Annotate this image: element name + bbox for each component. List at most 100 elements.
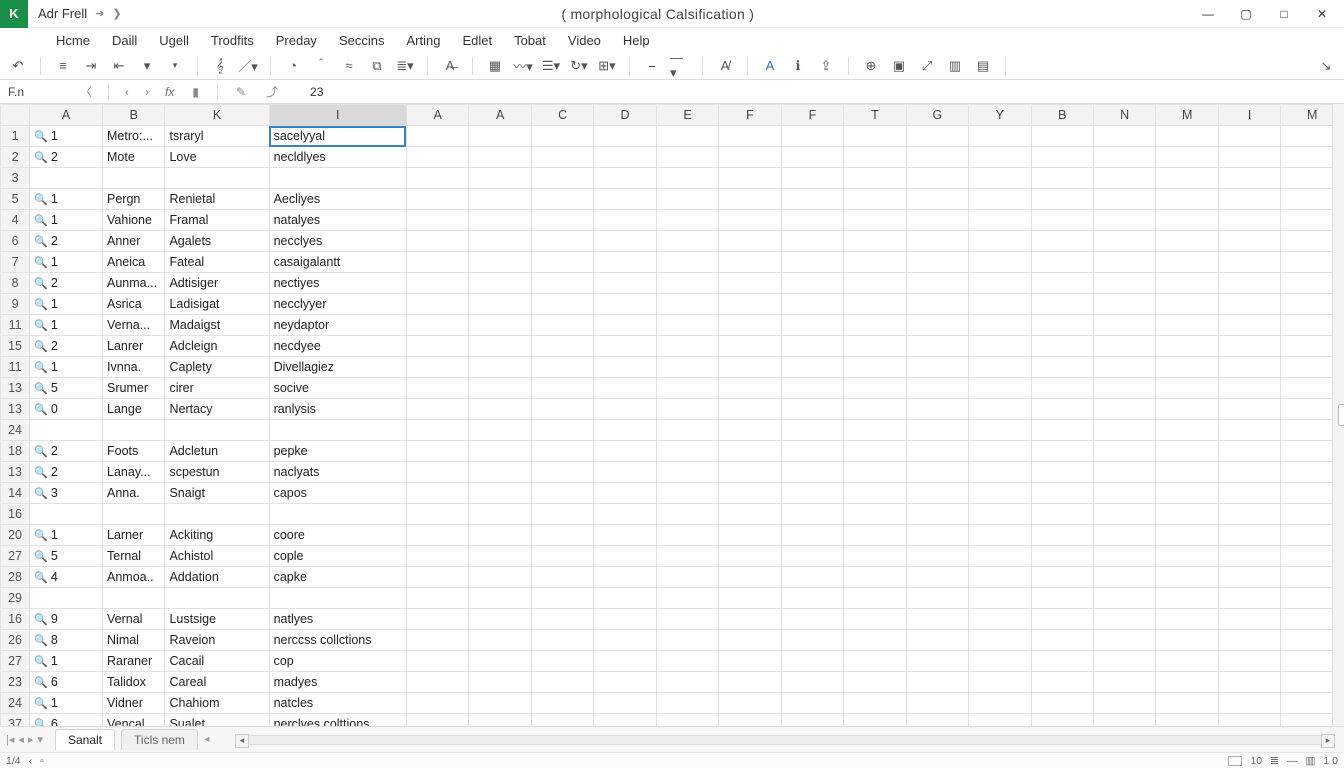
- cell[interactable]: [269, 168, 406, 189]
- cell[interactable]: [406, 336, 468, 357]
- cell[interactable]: [969, 252, 1031, 273]
- row-header[interactable]: 13: [1, 462, 30, 483]
- cell[interactable]: [656, 399, 718, 420]
- cell[interactable]: naclyats: [269, 462, 406, 483]
- cell[interactable]: [406, 399, 468, 420]
- row-header[interactable]: 13: [1, 378, 30, 399]
- cell[interactable]: [1031, 462, 1093, 483]
- cell[interactable]: [1156, 252, 1218, 273]
- cell[interactable]: [906, 210, 968, 231]
- cell[interactable]: [1031, 378, 1093, 399]
- cell[interactable]: [531, 189, 593, 210]
- cell[interactable]: [594, 168, 656, 189]
- cell[interactable]: [165, 168, 269, 189]
- cell[interactable]: 🔍8: [30, 630, 103, 651]
- cell[interactable]: [469, 210, 531, 231]
- cell[interactable]: [406, 567, 468, 588]
- cell[interactable]: [969, 525, 1031, 546]
- cell[interactable]: 🔍1: [30, 693, 103, 714]
- row-header[interactable]: 11: [1, 357, 30, 378]
- cell[interactable]: [1156, 294, 1218, 315]
- cell[interactable]: [969, 462, 1031, 483]
- cell[interactable]: [1093, 672, 1155, 693]
- cell[interactable]: [906, 546, 968, 567]
- cell[interactable]: Fateal: [165, 252, 269, 273]
- cell[interactable]: [594, 504, 656, 525]
- cell[interactable]: [594, 630, 656, 651]
- cell[interactable]: [1093, 630, 1155, 651]
- cell[interactable]: [719, 168, 781, 189]
- cell[interactable]: [1031, 336, 1093, 357]
- cell[interactable]: [1031, 357, 1093, 378]
- cell[interactable]: [103, 588, 165, 609]
- cell[interactable]: [1093, 378, 1155, 399]
- cell[interactable]: [594, 420, 656, 441]
- refresh-icon[interactable]: ↻▾: [569, 56, 589, 76]
- cell[interactable]: [969, 294, 1031, 315]
- cell[interactable]: [531, 273, 593, 294]
- cell[interactable]: [1093, 693, 1155, 714]
- cell[interactable]: [656, 609, 718, 630]
- cell[interactable]: 🔍5: [30, 378, 103, 399]
- cell[interactable]: [531, 546, 593, 567]
- underline-icon[interactable]: ⎯: [642, 56, 662, 76]
- cell[interactable]: [469, 336, 531, 357]
- cell[interactable]: [1218, 378, 1280, 399]
- cell[interactable]: [719, 693, 781, 714]
- cell[interactable]: [1156, 651, 1218, 672]
- cell[interactable]: [269, 420, 406, 441]
- cell[interactable]: [719, 336, 781, 357]
- cell[interactable]: [781, 441, 843, 462]
- cell[interactable]: [531, 147, 593, 168]
- cell[interactable]: [906, 483, 968, 504]
- cell[interactable]: [906, 441, 968, 462]
- maximize-button[interactable]: □: [1270, 2, 1298, 26]
- align-icon[interactable]: ⇥: [81, 56, 101, 76]
- format-clear-icon[interactable]: A̶: [440, 56, 460, 76]
- column-header[interactable]: K: [165, 105, 269, 126]
- cell[interactable]: [594, 399, 656, 420]
- cell[interactable]: [103, 420, 165, 441]
- cell[interactable]: [906, 462, 968, 483]
- cell[interactable]: [969, 336, 1031, 357]
- cell[interactable]: [469, 294, 531, 315]
- cell[interactable]: [406, 588, 468, 609]
- cell[interactable]: [969, 378, 1031, 399]
- cell[interactable]: [969, 189, 1031, 210]
- cell[interactable]: [1156, 210, 1218, 231]
- cell[interactable]: Addation: [165, 567, 269, 588]
- cell[interactable]: Cacail: [165, 651, 269, 672]
- cell[interactable]: [1093, 294, 1155, 315]
- cell[interactable]: 🔍1: [30, 210, 103, 231]
- cell[interactable]: [906, 147, 968, 168]
- cell[interactable]: necclyes: [269, 231, 406, 252]
- cell[interactable]: [656, 567, 718, 588]
- cell[interactable]: [844, 504, 906, 525]
- cell[interactable]: 🔍2: [30, 462, 103, 483]
- cell[interactable]: [969, 546, 1031, 567]
- cell[interactable]: [1093, 210, 1155, 231]
- cell[interactable]: [781, 672, 843, 693]
- cell[interactable]: [781, 504, 843, 525]
- cell[interactable]: [406, 210, 468, 231]
- cell[interactable]: [781, 630, 843, 651]
- cell[interactable]: [656, 294, 718, 315]
- cell[interactable]: [781, 399, 843, 420]
- minimize-button[interactable]: —: [1194, 2, 1222, 26]
- dropdown-icon[interactable]: ❯: [112, 7, 121, 20]
- cell[interactable]: cirer: [165, 378, 269, 399]
- row-header[interactable]: 23: [1, 672, 30, 693]
- cell[interactable]: [1031, 588, 1093, 609]
- cell[interactable]: [1218, 588, 1280, 609]
- cell[interactable]: [165, 588, 269, 609]
- cell[interactable]: [906, 315, 968, 336]
- cell[interactable]: [1156, 336, 1218, 357]
- cell[interactable]: [844, 714, 906, 727]
- copy-icon[interactable]: ⧉: [367, 56, 387, 76]
- column-header[interactable]: A: [406, 105, 468, 126]
- cell[interactable]: [594, 294, 656, 315]
- cell[interactable]: [406, 672, 468, 693]
- wrap-icon[interactable]: ≣▾: [395, 56, 415, 76]
- cell[interactable]: [1031, 693, 1093, 714]
- cell[interactable]: [1093, 126, 1155, 147]
